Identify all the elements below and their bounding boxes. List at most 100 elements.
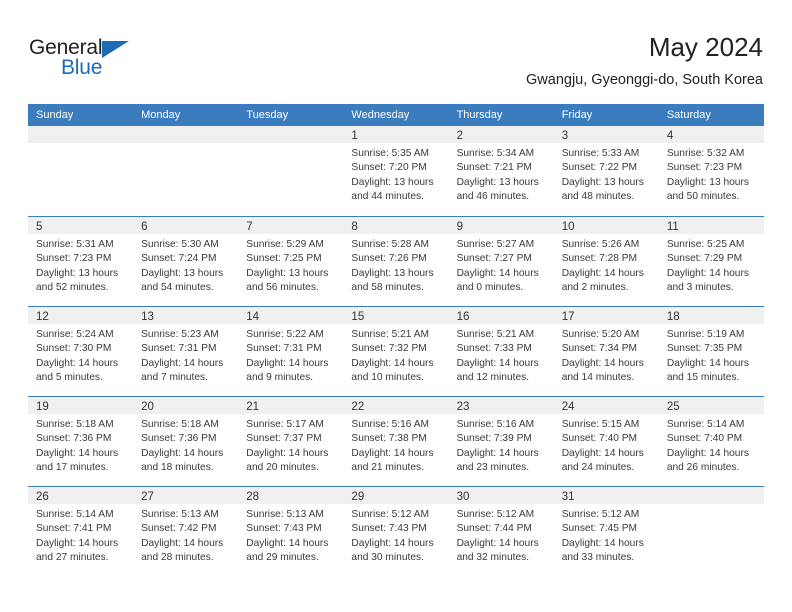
day-cell[interactable]: 23 Sunrise: 5:16 AM Sunset: 7:39 PM Dayligh… bbox=[448, 397, 554, 486]
day-number: 29 bbox=[351, 491, 365, 503]
daylight-text: Daylight: 14 hours bbox=[666, 267, 749, 279]
day-details: Sunrise: 5:20 AM Sunset: 7:34 PM Daylight:… bbox=[554, 324, 659, 385]
daylight-text: and 21 minutes. bbox=[351, 461, 424, 473]
sunset-text: Sunset: 7:40 PM bbox=[561, 433, 638, 445]
day-number: 5 bbox=[36, 221, 43, 233]
daylight-text: and 14 minutes. bbox=[561, 371, 635, 383]
day-cell[interactable]: 21 Sunrise: 5:17 AM Sunset: 7:37 PM Dayligh… bbox=[238, 397, 344, 486]
day-number-strip bbox=[658, 487, 764, 504]
daylight-text: Daylight: 13 hours bbox=[561, 176, 644, 188]
sunrise-text: Sunrise: 5:35 AM bbox=[351, 148, 430, 159]
day-cell[interactable]: 27 Sunrise: 5:13 AM Sunset: 7:42 PM Dayligh… bbox=[133, 487, 239, 576]
day-cell[interactable]: 11 Sunrise: 5:25 AM Sunset: 7:29 PM Dayligh… bbox=[658, 217, 764, 306]
page-header: General Blue May 2024 Gwangju, Gyeonggi-… bbox=[0, 0, 792, 100]
day-details: Sunrise: 5:35 AM Sunset: 7:20 PM Daylight:… bbox=[343, 143, 448, 204]
sunrise-text: Sunrise: 5:25 AM bbox=[666, 239, 745, 250]
daylight-text: and 7 minutes. bbox=[141, 371, 208, 383]
day-cell[interactable]: 14 Sunrise: 5:22 AM Sunset: 7:31 PM Dayligh… bbox=[238, 307, 344, 396]
day-number-strip: 4 bbox=[658, 126, 764, 143]
daylight-text: Daylight: 13 hours bbox=[36, 267, 119, 279]
day-cell[interactable]: 9 Sunrise: 5:27 AM Sunset: 7:27 PM Daylight… bbox=[448, 217, 554, 306]
day-number: 22 bbox=[351, 401, 365, 413]
sunset-text: Sunset: 7:38 PM bbox=[351, 433, 427, 445]
day-cell-empty bbox=[658, 487, 764, 576]
day-cell[interactable]: 31 Sunrise: 5:12 AM Sunset: 7:45 PM Dayligh… bbox=[553, 487, 659, 576]
day-number-strip: 19 bbox=[28, 397, 134, 414]
day-details: Sunrise: 5:13 AM Sunset: 7:43 PM Daylight:… bbox=[238, 504, 343, 565]
day-cell[interactable]: 12 Sunrise: 5:24 AM Sunset: 7:30 PM Dayligh… bbox=[28, 307, 134, 396]
day-number: 25 bbox=[666, 401, 680, 413]
day-details: Sunrise: 5:14 AM Sunset: 7:40 PM Daylight:… bbox=[659, 414, 764, 475]
daylight-text: and 5 minutes. bbox=[36, 371, 103, 383]
day-number: 11 bbox=[666, 221, 679, 233]
day-number: 4 bbox=[666, 130, 674, 142]
day-cell[interactable]: 25 Sunrise: 5:14 AM Sunset: 7:40 PM Dayligh… bbox=[658, 397, 764, 486]
day-cell[interactable]: 29 Sunrise: 5:12 AM Sunset: 7:43 PM Dayligh… bbox=[343, 487, 449, 576]
day-number: 3 bbox=[561, 130, 569, 142]
day-number: 19 bbox=[36, 401, 49, 413]
day-cell[interactable]: 30 Sunrise: 5:12 AM Sunset: 7:44 PM Dayligh… bbox=[448, 487, 554, 576]
generalblue-logo[interactable]: General Blue bbox=[29, 36, 209, 88]
day-cell[interactable]: 13 Sunrise: 5:23 AM Sunset: 7:31 PM Dayligh… bbox=[133, 307, 239, 396]
day-cell[interactable]: 15 Sunrise: 5:21 AM Sunset: 7:32 PM Dayligh… bbox=[343, 307, 449, 396]
day-number-strip: 28 bbox=[238, 487, 344, 504]
sunrise-text: Sunrise: 5:29 AM bbox=[246, 239, 324, 250]
sunrise-text: Sunrise: 5:13 AM bbox=[141, 509, 219, 520]
sunrise-text: Sunrise: 5:12 AM bbox=[456, 509, 535, 520]
day-cell[interactable]: 10 Sunrise: 5:26 AM Sunset: 7:28 PM Dayligh… bbox=[553, 217, 659, 306]
day-cell[interactable]: 4 Sunrise: 5:32 AM Sunset: 7:23 PM Daylight… bbox=[658, 126, 764, 216]
sunrise-text: Sunrise: 5:16 AM bbox=[351, 419, 430, 430]
daylight-text: Daylight: 14 hours bbox=[561, 447, 644, 459]
sunrise-text: Sunrise: 5:12 AM bbox=[351, 509, 430, 520]
sunset-text: Sunset: 7:31 PM bbox=[141, 343, 217, 355]
day-number-strip bbox=[28, 126, 134, 143]
day-cell[interactable]: 6 Sunrise: 5:30 AM Sunset: 7:24 PM Daylight… bbox=[133, 217, 239, 306]
day-cell[interactable]: 1 Sunrise: 5:35 AM Sunset: 7:20 PM Daylight… bbox=[343, 126, 449, 216]
day-number: 17 bbox=[561, 311, 575, 323]
day-cell[interactable]: 24 Sunrise: 5:15 AM Sunset: 7:40 PM Dayligh… bbox=[553, 397, 659, 486]
day-number-strip: 17 bbox=[553, 307, 659, 324]
day-cell[interactable]: 28 Sunrise: 5:13 AM Sunset: 7:43 PM Dayligh… bbox=[238, 487, 344, 576]
daylight-text: Daylight: 13 hours bbox=[141, 267, 224, 279]
day-cell[interactable]: 2 Sunrise: 5:34 AM Sunset: 7:21 PM Daylight… bbox=[448, 126, 554, 216]
week-row: 1 Sunrise: 5:35 AM Sunset: 7:20 PM Daylight… bbox=[28, 126, 764, 216]
daylight-text: and 27 minutes. bbox=[36, 551, 109, 563]
day-details: Sunrise: 5:31 AM Sunset: 7:23 PM Daylight:… bbox=[28, 234, 133, 295]
day-details: Sunrise: 5:15 AM Sunset: 7:40 PM Daylight:… bbox=[554, 414, 659, 475]
day-number-strip: 15 bbox=[343, 307, 449, 324]
day-cell[interactable]: 20 Sunrise: 5:18 AM Sunset: 7:36 PM Dayligh… bbox=[133, 397, 239, 486]
triangle-icon bbox=[102, 41, 129, 58]
daylight-text: Daylight: 14 hours bbox=[141, 447, 224, 459]
sunset-text: Sunset: 7:32 PM bbox=[351, 343, 427, 355]
sunrise-text: Sunrise: 5:18 AM bbox=[36, 419, 114, 430]
day-cell[interactable]: 18 Sunrise: 5:19 AM Sunset: 7:35 PM Dayligh… bbox=[658, 307, 764, 396]
sunrise-text: Sunrise: 5:32 AM bbox=[666, 148, 745, 159]
day-cell[interactable]: 19 Sunrise: 5:18 AM Sunset: 7:36 PM Dayligh… bbox=[28, 397, 134, 486]
day-cell[interactable]: 26 Sunrise: 5:14 AM Sunset: 7:41 PM Dayligh… bbox=[28, 487, 134, 576]
sunrise-text: Sunrise: 5:23 AM bbox=[141, 329, 219, 340]
day-cell[interactable]: 7 Sunrise: 5:29 AM Sunset: 7:25 PM Daylight… bbox=[238, 217, 344, 306]
day-cell[interactable]: 5 Sunrise: 5:31 AM Sunset: 7:23 PM Daylight… bbox=[28, 217, 134, 306]
day-cell[interactable]: 3 Sunrise: 5:33 AM Sunset: 7:22 PM Daylight… bbox=[553, 126, 659, 216]
sunrise-text: Sunrise: 5:27 AM bbox=[456, 239, 535, 250]
sunset-text: Sunset: 7:28 PM bbox=[561, 253, 638, 265]
day-cell[interactable]: 22 Sunrise: 5:16 AM Sunset: 7:38 PM Dayligh… bbox=[343, 397, 449, 486]
daylight-text: Daylight: 14 hours bbox=[246, 357, 329, 369]
day-number: 23 bbox=[456, 401, 470, 413]
sunset-text: Sunset: 7:41 PM bbox=[36, 523, 112, 535]
day-number: 24 bbox=[561, 401, 575, 413]
day-header-friday: Friday bbox=[561, 109, 593, 121]
daylight-text: and 23 minutes. bbox=[456, 461, 530, 473]
day-cell[interactable]: 8 Sunrise: 5:28 AM Sunset: 7:26 PM Daylight… bbox=[343, 217, 449, 306]
day-number-strip: 18 bbox=[658, 307, 764, 324]
day-number: 21 bbox=[246, 401, 260, 413]
daylight-text: Daylight: 14 hours bbox=[141, 537, 224, 549]
daylight-text: and 32 minutes. bbox=[456, 551, 530, 563]
day-details: Sunrise: 5:16 AM Sunset: 7:38 PM Daylight:… bbox=[343, 414, 448, 475]
sunset-text: Sunset: 7:27 PM bbox=[456, 253, 532, 265]
day-number: 8 bbox=[351, 221, 358, 233]
day-cell[interactable]: 17 Sunrise: 5:20 AM Sunset: 7:34 PM Dayligh… bbox=[553, 307, 659, 396]
day-cell[interactable]: 16 Sunrise: 5:21 AM Sunset: 7:33 PM Dayligh… bbox=[448, 307, 554, 396]
day-number-strip: 24 bbox=[553, 397, 659, 414]
day-number-strip: 12 bbox=[28, 307, 134, 324]
